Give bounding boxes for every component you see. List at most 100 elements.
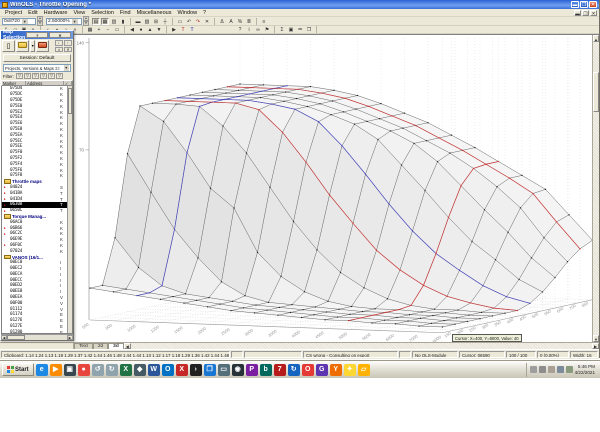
tray-battery-icon[interactable] (565, 366, 573, 373)
tray-volume-icon[interactable] (538, 366, 546, 373)
view-2d-icon[interactable]: ▤ (92, 17, 100, 25)
close-button[interactable]: ✕ (589, 1, 597, 8)
column-address[interactable]: Address (26, 81, 64, 86)
media-player-icon[interactable]: ▶ (49, 363, 62, 376)
column-check[interactable]: ✓ (64, 81, 72, 86)
menu-item-?[interactable]: ? (200, 10, 209, 16)
new-project-button[interactable]: ▯ (2, 40, 15, 52)
scroll-left-icon[interactable]: ◀ (123, 343, 131, 349)
child-close-button[interactable]: ✕ (590, 9, 597, 16)
menu-item-project[interactable]: Project (2, 10, 25, 16)
column-marker[interactable]: Marker (2, 81, 26, 86)
tab-text[interactable]: Text (74, 343, 93, 349)
percent-stepper[interactable]: ▲ ▼ (83, 16, 89, 26)
scroll-thumb[interactable] (68, 88, 72, 115)
filter-funnel-icon[interactable]: ▽ (15, 73, 23, 79)
taskbar-clock[interactable]: 5:46 PM 4/22/2021 (575, 364, 595, 375)
import-folder-button[interactable] (36, 40, 49, 52)
map-3d-view[interactable]: 70 140 600 800 1000 1200 1500 2000 2500 3000 3500 4… (0, 34, 599, 342)
view-mode-combo[interactable]: Projects, Versions & Maps 33 ▼ (3, 64, 71, 72)
map-vertical-scrollbar[interactable]: ▲ ▼ (592, 35, 599, 342)
pan-right-icon[interactable]: ▶ (170, 26, 178, 33)
scroll-track[interactable] (25, 335, 67, 340)
list-horizontal-scrollbar[interactable]: ◀ ▶ (1, 334, 73, 340)
filter-funnel-icon[interactable]: ▽ (23, 73, 31, 79)
filter-funnel-icon[interactable]: ▽ (47, 73, 55, 79)
map-row[interactable]: 01174 E (2, 312, 67, 318)
map-row[interactable]: 075E6 K (2, 121, 67, 127)
tray-network-icon[interactable] (529, 366, 537, 373)
map-row[interactable]: 00EEA V (2, 295, 67, 301)
chevron-down-icon[interactable]: ▼ (21, 18, 28, 24)
scroll-right-icon[interactable]: ▶ (67, 335, 73, 340)
map-row[interactable]: 075EE K (2, 144, 67, 150)
zoom-fit-icon[interactable]: ▭ (113, 26, 121, 33)
zoom-in-icon[interactable]: + (95, 26, 103, 33)
map-row[interactable]: ▸ 0650C T (2, 208, 67, 214)
scroll-thumb[interactable] (593, 72, 599, 112)
minimize-button[interactable]: ▬ (571, 1, 579, 8)
original-icon[interactable]: ≣ (245, 17, 253, 25)
export-button[interactable]: ↑ (64, 40, 72, 46)
excel-icon[interactable]: X (119, 363, 132, 376)
tab-3d[interactable]: 3d (108, 343, 124, 349)
paint-icon[interactable]: P (245, 363, 258, 376)
antenna-icon[interactable]: Y (329, 363, 342, 376)
ruler-icon[interactable]: ▭ (176, 17, 184, 25)
wrench-icon[interactable]: ✦ (343, 363, 356, 376)
view-3d-icon[interactable]: ▦ (101, 17, 109, 25)
map-row[interactable]: 075E8 K (2, 127, 67, 133)
list-icon[interactable]: ≔ (296, 26, 304, 33)
view-text-icon[interactable]: ▥ (110, 17, 118, 25)
text-red-icon[interactable]: T (179, 26, 187, 33)
files-folder-icon[interactable]: ▱ (357, 363, 370, 376)
map-row[interactable]: 075EA K (2, 132, 67, 138)
tab-2d[interactable]: 2d (92, 343, 109, 349)
selection-area-icon[interactable]: ▧ (143, 17, 151, 25)
grid-icon[interactable]: ▦ (86, 26, 94, 33)
sync-forward-icon[interactable]: ↻ (105, 363, 118, 376)
text-blue-icon[interactable]: T (188, 26, 196, 33)
map-horizontal-scrollbar[interactable]: ◀ ▶ (123, 343, 599, 349)
import-button[interactable]: ↓ (55, 40, 63, 46)
map-list[interactable]: 075D4 K 075DC K 075DE K 075E0 K 075E2 K 075E4 K 075E… (1, 86, 73, 334)
filter-funnel-icon[interactable]: ▽ (31, 73, 39, 79)
absolute-icon[interactable]: A (227, 17, 235, 25)
map-row[interactable]: 00ECA I (2, 272, 67, 278)
archive-icon[interactable]: ◆ (133, 363, 146, 376)
map-row[interactable]: 075F2 K (2, 156, 67, 162)
remote-desktop-icon[interactable]: ▭ (217, 363, 230, 376)
open-project-dropdown[interactable]: ▼ (30, 40, 35, 52)
color-legend-icon[interactable]: ≡ (260, 17, 268, 25)
terminal-icon[interactable]: › (189, 363, 202, 376)
scroll-track[interactable] (593, 42, 599, 335)
map-row[interactable]: ▸ 06F0C K (2, 243, 67, 249)
list-vertical-scrollbar[interactable] (67, 86, 72, 333)
map-row-selected[interactable]: ▸ 06308 T (2, 201, 67, 208)
maximize-button[interactable]: ❐ (580, 1, 588, 8)
globe-icon[interactable]: G (315, 363, 328, 376)
pan-left-icon[interactable]: ◀ (128, 26, 136, 33)
selection-all-icon[interactable]: ⊞ (152, 17, 160, 25)
title-bar[interactable]: WinOLS - Throttle Opening * ▬ ❐ ✕ (0, 0, 599, 9)
outlook-icon[interactable]: O (161, 363, 174, 376)
child-restore-button[interactable]: ❐ (582, 9, 589, 16)
open-project-button[interactable] (16, 40, 29, 52)
photo-viewer-icon[interactable]: ▣ (63, 363, 76, 376)
map-row[interactable]: 00EC0 I (2, 260, 67, 266)
map-row[interactable]: ▸ 06C2C K (2, 231, 67, 237)
percent-icon[interactable]: % (236, 17, 244, 25)
adobe-reader-icon[interactable]: X (175, 363, 188, 376)
map-row[interactable]: ▸ 04024 S (2, 185, 67, 191)
address-combo[interactable]: 0x8720 ▼ (2, 17, 36, 25)
menu-item-window[interactable]: Window (174, 10, 200, 16)
folder-row[interactable]: Torque Manag... (2, 214, 67, 220)
zoom-out-icon[interactable]: − (104, 26, 112, 33)
menu-item-miscellaneous[interactable]: Miscellaneous (134, 10, 175, 16)
vm-icon[interactable]: ❐ (203, 363, 216, 376)
undo-icon[interactable]: ↶ (185, 17, 193, 25)
map-row[interactable]: 00F00 V (2, 300, 67, 306)
session-button[interactable]: Session: Default (3, 54, 71, 62)
menu-item-edit[interactable]: Edit (25, 10, 40, 16)
loop-icon[interactable]: ↻ (287, 363, 300, 376)
